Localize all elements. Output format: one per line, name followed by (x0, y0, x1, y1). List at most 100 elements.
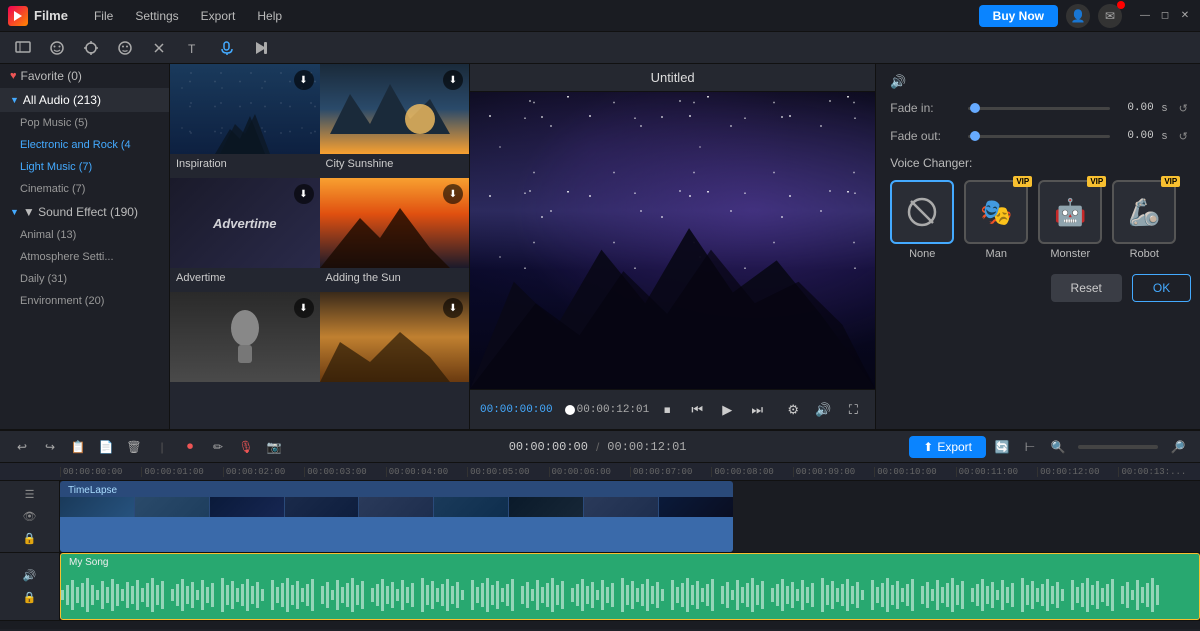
media-item-adding-sun[interactable]: ⬇ Adding the Sun (320, 178, 470, 292)
voice-man-icon: 🎭 VIP (964, 180, 1028, 244)
fade-out-slider[interactable] (968, 135, 1110, 138)
tool-effects[interactable] (78, 35, 104, 61)
tool-cut[interactable] (146, 35, 172, 61)
sidebar-item-atmosphere[interactable]: Atmosphere Setti... (0, 246, 169, 268)
track-hamburger-icon[interactable]: ☰ (21, 486, 39, 504)
media-item-5[interactable]: ⬇ (170, 292, 320, 394)
download-icon-6[interactable]: ⬇ (443, 298, 463, 318)
mail-icon[interactable]: ✉ (1098, 4, 1122, 28)
tool-sticker[interactable] (112, 35, 138, 61)
sidebar-item-sound-effect[interactable]: ▼ ▼ Sound Effect (190) (0, 200, 169, 224)
sidebar-item-pop[interactable]: Pop Music (5) (0, 112, 169, 134)
vip-badge-man: VIP (1013, 176, 1032, 187)
menu-export[interactable]: Export (191, 5, 246, 27)
ruler-mark-3: 00:00:03:00 (304, 467, 385, 477)
sidebar-item-light[interactable]: Light Music (7) (0, 156, 169, 178)
maximize-button[interactable]: ◻ (1158, 9, 1172, 23)
fade-in-slider[interactable] (968, 107, 1110, 110)
voice-options-group: None 🎭 VIP Man 🤖 VIP Monster (890, 180, 1191, 260)
menu-bar: File Settings Export Help (84, 5, 292, 27)
delete-button[interactable]: 🗑 (122, 435, 146, 459)
camera-button[interactable]: 📷 (262, 435, 286, 459)
video-track-row: ☰ 👁 🔒 TimeLapse (0, 481, 1200, 553)
sidebar-item-environment[interactable]: Environment (20) (0, 290, 169, 312)
play-button[interactable]: ▶ (715, 398, 739, 422)
timeline-tracks: ☰ 👁 🔒 TimeLapse (0, 481, 1200, 631)
track-lock-icon[interactable]: 🔒 (21, 530, 39, 548)
tool-media[interactable] (10, 35, 36, 61)
media-item-6[interactable]: ⬇ (320, 292, 470, 394)
user-icon[interactable]: 👤 (1066, 4, 1090, 28)
voice-option-robot[interactable]: 🦾 VIP Robot (1112, 180, 1176, 260)
download-icon-5[interactable]: ⬇ (294, 298, 314, 318)
sidebar-item-animal[interactable]: Animal (13) (0, 224, 169, 246)
media-item-city-sunshine[interactable]: ⬇ City Sunshine (320, 64, 470, 178)
voice-option-man[interactable]: 🎭 VIP Man (964, 180, 1028, 260)
sidebar-item-electronic[interactable]: Electronic and Rock (4 (0, 134, 169, 156)
audio-track-lock-icon[interactable]: 🔒 (21, 589, 39, 607)
sidebar-cinematic-label: Cinematic (7) (20, 183, 85, 195)
media-item-inspiration[interactable]: ⬇ Inspiration (170, 64, 320, 178)
copy-button[interactable]: 📋 (66, 435, 90, 459)
fade-out-thumb (970, 131, 980, 141)
voice-robot-label: Robot (1130, 248, 1159, 260)
voice-option-monster[interactable]: 🤖 VIP Monster (1038, 180, 1102, 260)
download-icon-1[interactable]: ⬇ (294, 70, 314, 90)
edit-button[interactable]: ✏ (206, 435, 230, 459)
fade-in-reset-icon[interactable]: ↺ (1175, 100, 1191, 116)
mic-button[interactable]: 🎙 (234, 435, 258, 459)
loop-button[interactable]: 🔄 (990, 435, 1014, 459)
tool-audio[interactable] (214, 35, 240, 61)
media-grid-panel: ⬇ Inspiration ⬇ City Sunshine (170, 64, 470, 429)
title-bar: Filme File Settings Export Help Buy Now … (0, 0, 1200, 32)
ruler-mark-0: 00:00:00:00 (60, 467, 141, 477)
media-item-advertime[interactable]: Advertime ⬇ Advertime (170, 178, 320, 292)
sidebar-item-cinematic[interactable]: Cinematic (7) (0, 178, 169, 200)
redo-button[interactable]: ↪ (38, 435, 62, 459)
sidebar-item-daily[interactable]: Daily (31) (0, 268, 169, 290)
stop-button[interactable]: ⏹ (655, 398, 679, 422)
menu-settings[interactable]: Settings (125, 5, 188, 27)
zoom-slider[interactable] (1078, 445, 1158, 449)
audio-track-volume-icon[interactable]: 🔊 (21, 567, 39, 585)
tool-animation[interactable] (248, 35, 274, 61)
tool-face[interactable] (44, 35, 70, 61)
minimize-button[interactable]: — (1138, 9, 1152, 23)
prev-frame-button[interactable]: ⏮ (685, 398, 709, 422)
app-logo: Filme (8, 6, 68, 26)
menu-help[interactable]: Help (247, 5, 292, 27)
tool-text[interactable]: T (180, 35, 206, 61)
volume-icon[interactable]: 🔊 (811, 398, 835, 422)
close-button[interactable]: ✕ (1178, 9, 1192, 23)
zoom-out-button[interactable]: 🔍 (1046, 435, 1070, 459)
record-button[interactable]: ⏺ (178, 435, 202, 459)
paste-button[interactable]: 📄 (94, 435, 118, 459)
menu-file[interactable]: File (84, 5, 123, 27)
download-icon-2[interactable]: ⬇ (443, 70, 463, 90)
voice-changer-label: Voice Changer: (890, 156, 1191, 170)
voice-monster-icon-symbol: 🤖 (1054, 197, 1086, 228)
export-label: Export (937, 440, 972, 454)
track-eye-icon[interactable]: 👁 (21, 508, 39, 526)
split-button[interactable]: ⊢ (1018, 435, 1042, 459)
undo-button[interactable]: ↩ (10, 435, 34, 459)
settings-icon[interactable]: ⚙ (781, 398, 805, 422)
fullscreen-icon[interactable]: ⛶ (841, 398, 865, 422)
download-icon-4[interactable]: ⬇ (443, 184, 463, 204)
fade-out-reset-icon[interactable]: ↺ (1175, 128, 1191, 144)
voice-option-none[interactable]: None (890, 180, 954, 260)
buy-now-button[interactable]: Buy Now (979, 5, 1058, 27)
reset-button[interactable]: Reset (1051, 274, 1122, 302)
sidebar-item-favorite[interactable]: ♥ Favorite (0) (0, 64, 169, 88)
sidebar-item-all-audio[interactable]: ▼ All Audio (213) (0, 88, 169, 112)
preview-title: Untitled (470, 64, 875, 92)
download-icon-3[interactable]: ⬇ (294, 184, 314, 204)
preview-video (470, 92, 875, 389)
zoom-in-button[interactable]: 🔎 (1166, 435, 1190, 459)
next-frame-button[interactable]: ⏭ (745, 398, 769, 422)
ruler-mark-6: 00:00:06:00 (549, 467, 630, 477)
ok-button[interactable]: OK (1132, 274, 1191, 302)
audio-clip[interactable]: My Song (60, 553, 1200, 620)
export-button[interactable]: ⬆ Export (909, 436, 986, 458)
ruler-mark-11: 00:00:11:00 (956, 467, 1037, 477)
